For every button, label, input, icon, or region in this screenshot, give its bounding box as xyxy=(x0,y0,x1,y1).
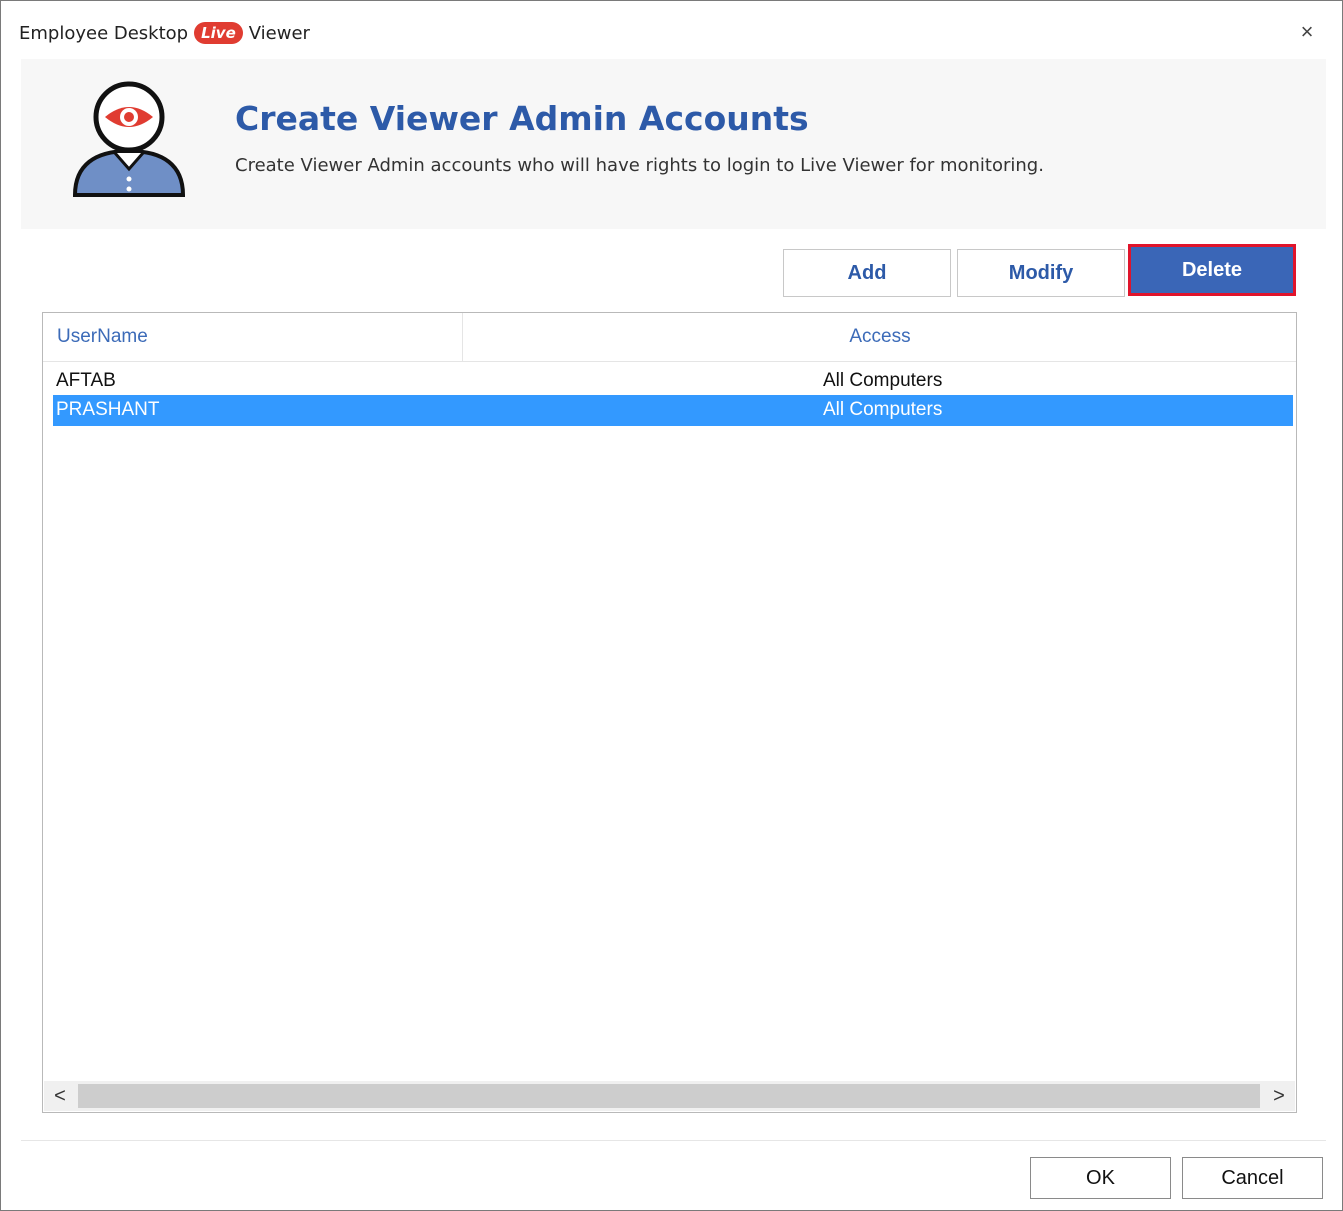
viewer-admin-icon xyxy=(73,81,185,197)
scroll-left-icon[interactable]: < xyxy=(44,1081,76,1111)
ok-button[interactable]: OK xyxy=(1030,1157,1171,1199)
page-title: Create Viewer Admin Accounts xyxy=(235,99,809,138)
horizontal-scrollbar[interactable]: < > xyxy=(44,1081,1295,1111)
cell-username: AFTAB xyxy=(56,370,116,391)
title-suffix: Viewer xyxy=(248,22,310,44)
column-header-username[interactable]: UserName xyxy=(43,313,463,361)
delete-button[interactable]: Delete xyxy=(1128,244,1296,296)
close-button[interactable]: × xyxy=(1294,19,1320,45)
live-badge: Live xyxy=(194,22,243,44)
title-bar: Employee Desktop Live Viewer × xyxy=(1,1,1342,59)
modify-button[interactable]: Modify xyxy=(957,249,1125,297)
column-header-access[interactable]: Access xyxy=(464,313,1296,361)
dialog-window: Employee Desktop Live Viewer × Create Vi… xyxy=(0,0,1343,1211)
close-icon: × xyxy=(1300,19,1314,44)
cancel-button[interactable]: Cancel xyxy=(1182,1157,1323,1199)
accounts-list[interactable]: UserName Access AFTAB All Computers PRAS… xyxy=(42,312,1297,1113)
table-row-selected[interactable]: PRASHANT All Computers xyxy=(53,395,1293,426)
title-app-name: Employee Desktop xyxy=(19,22,189,44)
table-row[interactable]: AFTAB All Computers xyxy=(53,366,1293,397)
cell-access: All Computers xyxy=(823,399,943,420)
cell-username: PRASHANT xyxy=(56,399,160,420)
scroll-right-icon[interactable]: > xyxy=(1263,1081,1295,1111)
add-button[interactable]: Add xyxy=(783,249,951,297)
header-panel: Create Viewer Admin Accounts Create View… xyxy=(21,59,1326,229)
page-description: Create Viewer Admin accounts who will ha… xyxy=(235,155,1044,176)
window-title: Employee Desktop Live Viewer xyxy=(19,19,310,47)
scroll-thumb[interactable] xyxy=(78,1084,1260,1108)
cell-access: All Computers xyxy=(823,370,943,391)
footer-divider xyxy=(21,1140,1326,1141)
list-header: UserName Access xyxy=(43,313,1296,362)
